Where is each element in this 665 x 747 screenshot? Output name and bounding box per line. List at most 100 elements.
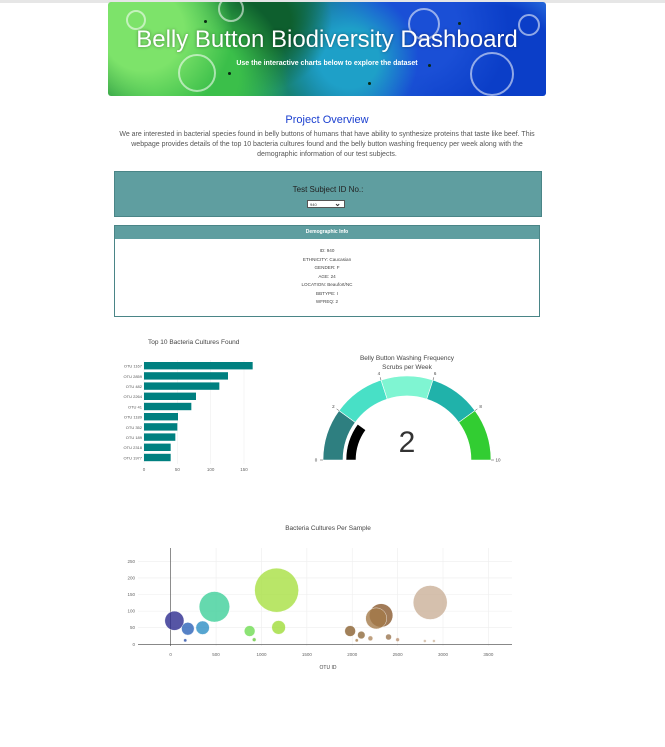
gauge-tick — [474, 408, 478, 411]
demographic-panel: Demographic Info ID: 940 ETHNICITY: Cauc… — [114, 225, 540, 317]
bubble-x-tick: 1000 — [256, 652, 267, 657]
bar-category-label: OTU 352 — [126, 425, 143, 430]
demo-row-bbtype: BBTYPE: I — [316, 290, 338, 296]
subject-id-label: Test Subject ID No.: — [292, 185, 364, 194]
bar-category-label: OTU 2264 — [124, 394, 143, 399]
bubble-point — [385, 633, 392, 641]
bar — [144, 413, 178, 421]
dot-decor — [368, 82, 371, 85]
bubble-x-label: OTU ID — [320, 665, 337, 671]
bubble-x-tick: 2500 — [393, 652, 404, 657]
bubble-point — [423, 639, 427, 643]
bar — [144, 392, 196, 400]
gauge-title: Belly Button Washing Frequency — [360, 355, 455, 362]
bubble-y-tick: 250 — [127, 559, 135, 564]
bar — [144, 453, 171, 462]
header-banner: Belly Button Biodiversity Dashboard Use … — [108, 2, 546, 96]
bar-category-label: OTU 2318 — [124, 445, 143, 450]
gauge-tick-label: 2 — [332, 404, 335, 409]
bubble-point — [365, 607, 387, 630]
bubble-x-tick: 3500 — [483, 652, 494, 657]
subject-selector-panel: Test Subject ID No.: 940 ⌄ — [114, 171, 542, 217]
bubble-point — [354, 638, 359, 643]
bubble-y-tick: 50 — [130, 625, 136, 630]
bubble-point — [254, 567, 299, 613]
chevron-down-icon: ⌄ — [334, 199, 341, 208]
gauge-subtitle: Scrubs per Week — [382, 364, 432, 371]
demo-row-location: LOCATION: Beaufort/NC — [301, 282, 353, 287]
bar — [144, 433, 176, 441]
bubble-decor — [218, 2, 244, 22]
bar-x-tick: 0 — [143, 467, 146, 472]
bubble-point — [244, 625, 256, 637]
bubble-point — [367, 635, 374, 641]
bubble-x-tick: 1500 — [302, 652, 313, 657]
bar-category-label: OTU 189 — [126, 435, 143, 440]
gauge-tick-label: 6 — [434, 371, 437, 376]
demo-row-ethnicity: ETHNICITY: Caucasian — [302, 256, 352, 262]
demographic-list: ID: 940 ETHNICITY: Caucasian GENDER: F A… — [115, 239, 539, 307]
bubble-y-tick: 0 — [132, 642, 135, 647]
subject-id-value: 940 — [310, 202, 317, 207]
bubble-point — [181, 622, 195, 636]
bubble-point — [271, 620, 286, 635]
bar-chart: Top 10 Bacteria Cultures Found 0 50 100 150… — [124, 339, 253, 472]
demographic-title: Demographic Info — [115, 226, 539, 239]
bubble-x-tick: 2000 — [347, 652, 358, 657]
bubble-point — [198, 591, 230, 623]
bubble-point — [395, 637, 400, 642]
demo-row-wfreq: WFREQ: 2 — [315, 299, 339, 304]
gauge-tick — [432, 377, 435, 381]
bubble-point — [164, 610, 185, 631]
bubble-point — [344, 625, 356, 637]
bubble-point — [432, 639, 436, 643]
bar-x-tick: 150 — [240, 467, 248, 472]
bubble-y-tick: 200 — [127, 575, 135, 580]
gauge-chart: Belly Button Washing Frequency Scrubs pe… — [315, 355, 501, 463]
demo-row-id: ID: 940 — [319, 248, 335, 253]
bubble-x-tick: 3000 — [438, 652, 449, 657]
overview-title: Project Overview — [285, 114, 369, 126]
gauge-tick-label: 8 — [479, 404, 482, 409]
bubble-decor — [470, 52, 514, 96]
bubble-point — [357, 631, 366, 640]
bar-x-tick: 100 — [207, 467, 215, 472]
demo-row-gender: GENDER: F — [314, 265, 340, 270]
subject-id-dropdown[interactable]: 940 ⌄ — [307, 200, 345, 208]
bubble-y-tick: 150 — [127, 592, 135, 597]
bar — [144, 402, 192, 411]
bar-category-label: OTU 482 — [126, 384, 143, 389]
bar — [144, 372, 228, 380]
bubble-point — [183, 638, 188, 643]
bar-category-label: OTU 1189 — [124, 415, 143, 420]
bubble-point — [413, 585, 448, 620]
bar-category-label: OTU 2859 — [124, 374, 143, 379]
dot-decor — [458, 22, 461, 25]
gauge-tick — [336, 408, 340, 411]
bubble-chart: Bacteria Cultures Per Sample 0 50 100 150 20… — [127, 525, 512, 671]
bar — [144, 423, 178, 431]
dot-decor — [204, 20, 207, 23]
bubble-x-tick: 0 — [169, 652, 172, 657]
bar — [144, 382, 220, 390]
bubble-point — [195, 620, 210, 635]
bar-chart-title: Top 10 Bacteria Cultures Found — [148, 339, 240, 346]
gauge-tick-label: 10 — [495, 458, 501, 463]
bubble-chart-title: Bacteria Cultures Per Sample — [285, 525, 371, 532]
gauge-tick — [379, 377, 382, 381]
overview-text: We are interested in bacterial species f… — [119, 131, 535, 158]
bar-category-label: OTU 41 — [128, 404, 143, 409]
gauge-tick-label: 4 — [378, 371, 381, 376]
page-title: Belly Button Biodiversity Dashboard — [136, 26, 518, 53]
bar — [144, 443, 171, 451]
gauge-band — [380, 375, 434, 400]
demo-row-age: AGE: 24 — [318, 273, 336, 279]
bar-x-tick: 50 — [175, 467, 181, 472]
bar-category-label: OTU 1977 — [124, 455, 143, 460]
bar-category-label: OTU 1167 — [124, 364, 143, 369]
dot-decor — [228, 72, 231, 75]
gauge-band — [338, 379, 388, 423]
bubble-y-tick: 100 — [127, 609, 135, 614]
bar — [144, 362, 253, 370]
bubble-point — [252, 637, 257, 642]
